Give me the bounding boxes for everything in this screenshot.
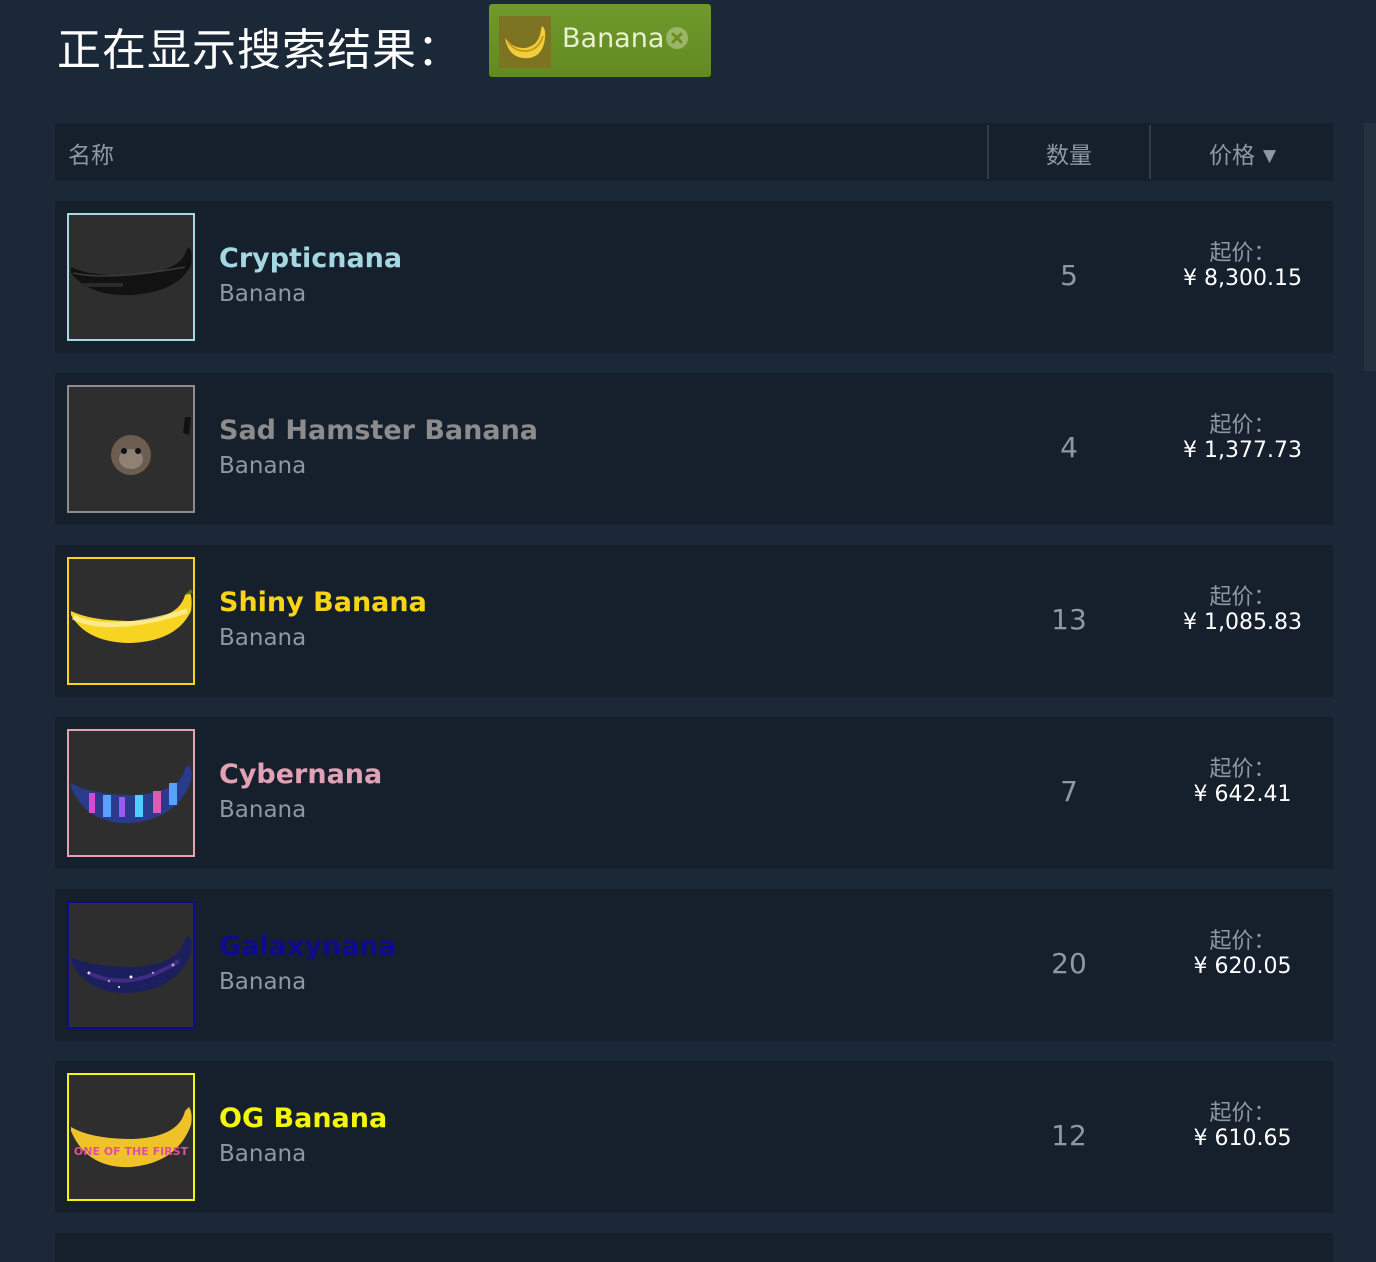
item-name[interactable]: OG Banana	[219, 1103, 387, 1134]
item-game: Banana	[219, 1141, 307, 1167]
item-name[interactable]: Galaxynana	[219, 931, 397, 962]
item-name[interactable]: Sad Hamster Banana	[219, 415, 538, 446]
crypticnana-banana-image	[67, 213, 195, 341]
price-label: 起价：	[1209, 1101, 1276, 1126]
item-quantity: 5	[1060, 259, 1078, 292]
price-value: ¥ 1,085.83	[1183, 610, 1302, 635]
price-value: ¥ 620.05	[1193, 954, 1292, 979]
price-label: 起价：	[1209, 585, 1276, 610]
item-game: Banana	[219, 625, 307, 651]
price-label: 起价：	[1209, 241, 1276, 266]
item-quantity: 13	[1051, 603, 1087, 636]
scrollbar[interactable]	[1364, 123, 1376, 371]
og-banana-image: ONE OF THE FIRST	[67, 1073, 195, 1201]
column-header-price[interactable]: 价格 ▼	[1152, 136, 1333, 170]
sad-hamster-banana-image	[67, 385, 195, 513]
listing-row[interactable]: Shiny Banana Banana 13 起价： ¥ 1,085.83	[55, 545, 1333, 697]
item-game: Banana	[219, 453, 307, 479]
column-header-price-label: 价格	[1208, 143, 1255, 169]
close-circle-icon[interactable]	[666, 27, 688, 49]
listing-row[interactable]: Sad Hamster Banana Banana 4 起价： ¥ 1,377.…	[55, 373, 1333, 525]
item-game: Banana	[219, 797, 307, 823]
price-value: ¥ 1,377.73	[1183, 438, 1302, 463]
listing-row[interactable]: Crypticnana Banana 5 起价： ¥ 8,300.15	[55, 201, 1333, 353]
galaxynana-banana-image	[67, 901, 195, 1029]
sort-descending-icon: ▼	[1262, 146, 1277, 166]
item-name[interactable]: Crypticnana	[219, 243, 402, 274]
item-game: Banana	[219, 969, 307, 995]
item-quantity: 7	[1060, 775, 1078, 808]
price-label: 起价：	[1209, 757, 1276, 782]
results-table-header: 名称 数量 价格 ▼	[55, 123, 1333, 181]
search-results-title: 正在显示搜索结果：	[57, 25, 462, 76]
item-name[interactable]: Cybernana	[219, 759, 382, 790]
filter-tag-label: Banana	[562, 23, 665, 54]
column-header-name[interactable]: 名称	[68, 136, 114, 170]
item-quantity: 4	[1060, 431, 1078, 464]
column-header-quantity[interactable]: 数量	[990, 136, 1148, 170]
listing-row[interactable]: Cybernana Banana 7 起价： ¥ 642.41	[55, 717, 1333, 869]
item-quantity: 20	[1051, 947, 1087, 980]
price-label: 起价：	[1209, 413, 1276, 438]
item-quantity: 12	[1051, 1119, 1087, 1152]
listing-row-partial[interactable]	[55, 1233, 1333, 1262]
search-filter-tag[interactable]: Banana	[489, 4, 711, 77]
market-search-page: 正在显示搜索结果： Banana 名称 数量 价格 ▼ Crypticnana …	[0, 0, 1376, 1262]
cybernana-banana-image	[67, 729, 195, 857]
price-label: 起价：	[1209, 929, 1276, 954]
column-divider	[1149, 125, 1151, 179]
item-game: Banana	[219, 281, 307, 307]
price-value: ¥ 610.65	[1193, 1126, 1292, 1151]
column-divider	[987, 125, 989, 179]
item-name[interactable]: Shiny Banana	[219, 587, 427, 618]
price-value: ¥ 642.41	[1193, 782, 1292, 807]
price-value: ¥ 8,300.15	[1183, 266, 1302, 291]
banana-icon	[499, 16, 551, 68]
shiny-banana-image	[67, 557, 195, 685]
og-banana-thumb-text: ONE OF THE FIRST	[74, 1145, 189, 1158]
listing-row[interactable]: ONE OF THE FIRST OG Banana Banana 12 起价：…	[55, 1061, 1333, 1213]
listing-row[interactable]: Galaxynana Banana 20 起价： ¥ 620.05	[55, 889, 1333, 1041]
